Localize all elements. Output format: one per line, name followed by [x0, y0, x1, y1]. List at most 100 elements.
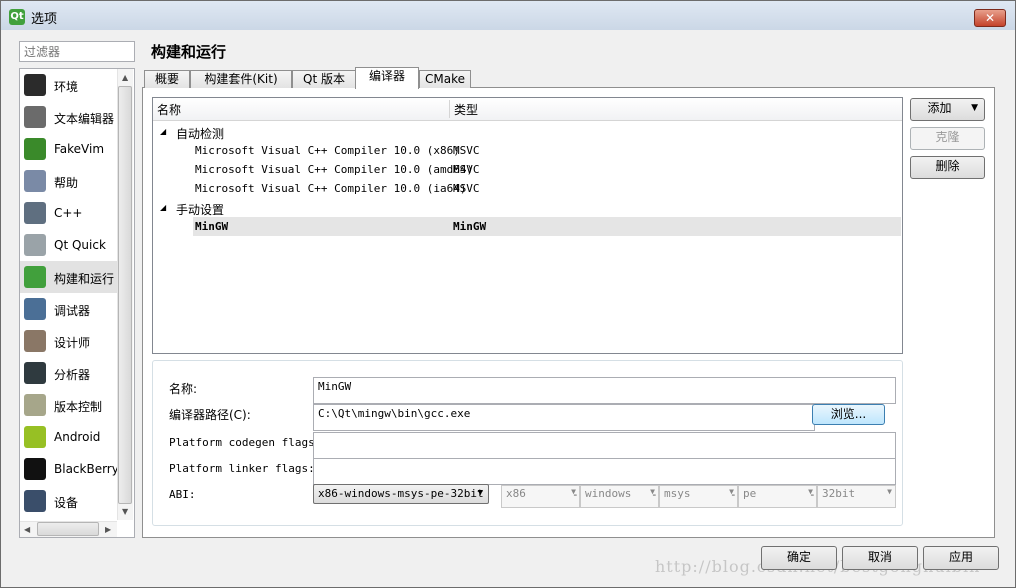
abi-part-value: pe — [743, 487, 757, 500]
add-button[interactable]: 添加 ▼ — [910, 98, 985, 121]
abi-part-value: msys — [664, 487, 691, 500]
tab-cmake[interactable]: CMake — [419, 70, 471, 88]
android-icon — [24, 426, 46, 448]
sidebar-item[interactable]: 文本编辑器 — [20, 101, 117, 133]
abi-separator: - — [730, 488, 737, 501]
braces-icon — [24, 202, 46, 224]
tree-row[interactable]: Microsoft Visual C++ Compiler 10.0 (x86)… — [153, 141, 902, 160]
sidebar-item-label: 调试器 — [54, 304, 91, 318]
sidebar-item-label: Android — [54, 430, 101, 444]
compiler-path-label: 编译器路径(C): — [169, 408, 251, 422]
cancel-button[interactable]: 取消 — [842, 546, 918, 570]
expand-arrow-icon[interactable]: ◢ — [160, 127, 166, 136]
text-editor-icon — [24, 106, 46, 128]
remove-button[interactable]: 删除 — [910, 156, 985, 179]
sidebar-item-label: BlackBerry — [54, 462, 119, 476]
compiler-path-field[interactable]: C:\Qt\mingw\bin\gcc.exe — [313, 404, 815, 431]
sidebar-item-label: 帮助 — [54, 176, 79, 190]
sidebar-item-label: 设备 — [54, 496, 79, 510]
help-icon — [24, 170, 46, 192]
sidebar-item[interactable]: 分析器 — [20, 357, 117, 389]
linker-flags-label: Platform linker flags: — [169, 462, 315, 475]
column-header-type[interactable]: 类型 — [454, 101, 478, 118]
scroll-up-arrow-icon[interactable]: ▲ — [122, 73, 128, 82]
blackberry-icon — [24, 458, 46, 480]
tab-qt-versions[interactable]: Qt 版本 — [292, 70, 356, 88]
scroll-down-arrow-icon[interactable]: ▼ — [122, 507, 128, 516]
column-divider[interactable] — [449, 100, 450, 118]
scroll-right-arrow-icon[interactable]: ▶ — [105, 525, 111, 534]
sidebar-item[interactable]: FakeVim — [20, 133, 117, 165]
analyzer-icon — [24, 362, 46, 384]
ok-button[interactable]: 确定 — [761, 546, 837, 570]
abi-part-value: windows — [585, 487, 632, 500]
tree-group-auto-detected[interactable]: ◢ 自动检测 — [153, 122, 902, 141]
abi-separator: - — [809, 488, 816, 501]
title-bar[interactable] — [1, 1, 1015, 30]
sidebar-item[interactable]: 环境 — [20, 69, 117, 101]
filter-input[interactable] — [19, 41, 135, 62]
sidebar-item-label: 设计师 — [54, 336, 91, 350]
sidebar-item[interactable]: Qt Quick — [20, 229, 117, 261]
dropdown-arrow-icon: ▼ — [887, 487, 892, 496]
sidebar-item[interactable]: 调试器 — [20, 293, 117, 325]
group-label: 自动检测 — [176, 127, 225, 141]
column-header-name[interactable]: 名称 — [157, 101, 181, 118]
tree-row-selected[interactable]: MinGW MinGW — [193, 217, 901, 236]
clone-button[interactable]: 克隆 — [910, 127, 985, 150]
linker-flags-field[interactable] — [313, 458, 896, 485]
fakevim-icon — [24, 138, 46, 160]
sidebar-item[interactable]: 构建和运行 — [20, 261, 117, 293]
abi-separator: - — [651, 488, 658, 501]
version-control-icon — [24, 394, 46, 416]
apply-button[interactable]: 应用 — [923, 546, 999, 570]
sidebar-item[interactable]: Android — [20, 421, 117, 453]
name-field[interactable]: MinGW — [313, 377, 896, 404]
tree-header: 名称 类型 — [153, 98, 902, 121]
sidebar-item-label: 文本编辑器 — [54, 112, 115, 126]
abi-width-select[interactable]: 32bit ▼ — [817, 485, 896, 508]
sidebar-vertical-scroll-thumb[interactable] — [118, 86, 132, 504]
expand-arrow-icon[interactable]: ◢ — [160, 203, 166, 212]
abi-label: ABI: — [169, 488, 196, 501]
sidebar-item-label: 版本控制 — [54, 400, 103, 414]
sidebar-item[interactable]: BlackBerry — [20, 453, 119, 485]
sidebar-horizontal-scroll-thumb[interactable] — [37, 522, 99, 536]
compiler-name: MinGW — [195, 220, 229, 233]
sidebar-item[interactable]: 设计师 — [20, 325, 117, 357]
sidebar-item[interactable]: C++ — [20, 197, 117, 229]
abi-architecture-select[interactable]: x86 ▼ — [501, 485, 580, 508]
codegen-flags-field[interactable] — [313, 432, 896, 459]
codegen-flags-label: Platform codegen flags: — [169, 436, 322, 449]
compiler-name: Microsoft Visual C++ Compiler 10.0 (amd6… — [195, 163, 474, 176]
group-label: 手动设置 — [176, 203, 225, 217]
tree-group-manual[interactable]: ◢ 手动设置 — [153, 198, 902, 217]
abi-os-select[interactable]: windows ▼ — [580, 485, 659, 508]
compiler-type: MinGW — [453, 220, 487, 233]
tab-overview[interactable]: 概要 — [144, 70, 190, 88]
build-run-icon — [24, 266, 46, 288]
sidebar-item[interactable]: 帮助 — [20, 165, 117, 197]
abi-format-select[interactable]: pe ▼ — [738, 485, 817, 508]
device-icon — [24, 490, 46, 512]
close-button[interactable]: ✕ — [974, 9, 1006, 27]
abi-select[interactable]: x86-windows-msys-pe-32bit ▼ — [313, 484, 489, 504]
sidebar-item-label: Qt Quick — [54, 238, 106, 252]
qt-icon: Qt — [9, 9, 25, 25]
tab-kits[interactable]: 构建套件(Kit) — [190, 70, 292, 88]
abi-flavor-select[interactable]: msys ▼ — [659, 485, 738, 508]
scroll-left-arrow-icon[interactable]: ◀ — [24, 525, 30, 534]
abi-part-value: x86 — [506, 487, 526, 500]
sidebar-item[interactable]: 设备 — [20, 485, 117, 517]
designer-icon — [24, 330, 46, 352]
dropdown-arrow-icon: ▼ — [477, 488, 483, 498]
sidebar-item-label: 环境 — [54, 80, 79, 94]
sidebar-item[interactable]: 版本控制 — [20, 389, 117, 421]
tree-row[interactable]: Microsoft Visual C++ Compiler 10.0 (amd6… — [153, 160, 902, 179]
abi-select-value: x86-windows-msys-pe-32bit — [318, 487, 484, 500]
tree-row[interactable]: Microsoft Visual C++ Compiler 10.0 (ia64… — [153, 179, 902, 198]
sidebar-item-label: C++ — [54, 206, 83, 220]
browse-button[interactable]: 浏览... — [812, 404, 885, 425]
tab-compilers[interactable]: 编译器 — [355, 67, 419, 89]
name-label: 名称: — [169, 382, 198, 396]
